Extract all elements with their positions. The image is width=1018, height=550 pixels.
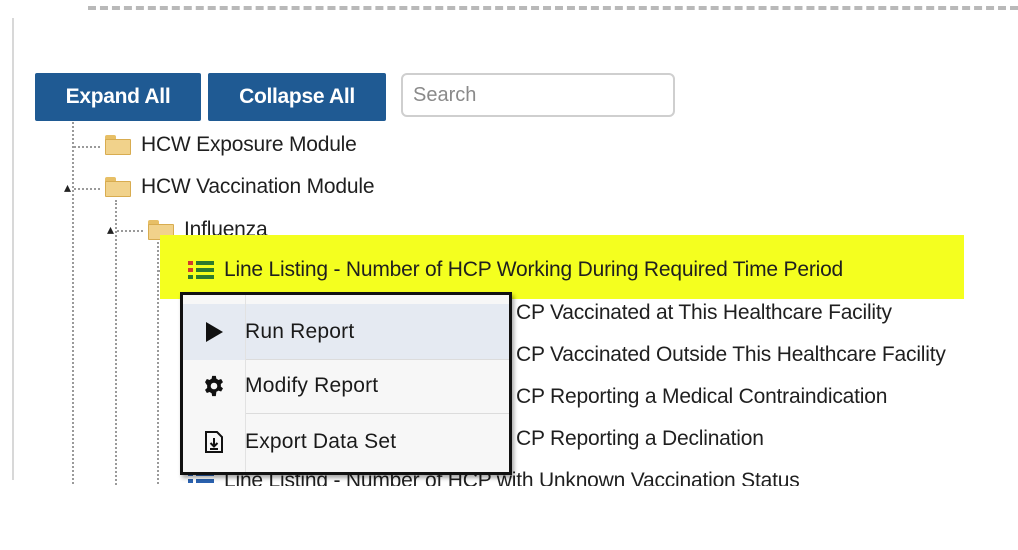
tree-report-label: CP Vaccinated at This Healthcare Facilit… [516, 301, 892, 324]
tree-report-label: CP Reporting a Medical Contraindication [516, 385, 888, 408]
expand-all-button[interactable]: Expand All [35, 73, 201, 121]
menu-icon-column-divider [245, 295, 246, 472]
tree-node-vaccination-module[interactable]: HCW Vaccination Module [105, 175, 375, 199]
tree-report-label: CP Vaccinated Outside This Healthcare Fa… [516, 343, 946, 366]
folder-icon [105, 135, 131, 155]
search-input[interactable] [401, 73, 675, 117]
folder-icon [105, 177, 131, 197]
menu-item-label: Modify Report [245, 374, 379, 397]
tree-line [117, 230, 143, 232]
run-report-menu-item[interactable]: Run Report [183, 304, 509, 360]
modify-report-menu-item[interactable]: Modify Report [183, 358, 509, 414]
tree-report-item[interactable]: CP Reporting a Medical Contraindication [516, 385, 887, 409]
tree-node-label: HCW Vaccination Module [141, 175, 375, 198]
tree-report-item[interactable]: Line Listing - Number of HCP Working Dur… [188, 258, 843, 282]
context-menu: Run Report Modify Report Export Data Set [180, 292, 512, 475]
report-list-icon [188, 260, 214, 280]
export-data-set-menu-item[interactable]: Export Data Set [183, 414, 509, 470]
menu-item-label: Export Data Set [245, 430, 397, 453]
tree-report-item[interactable]: CP Vaccinated at This Healthcare Facilit… [516, 301, 892, 325]
panel-left-border [12, 18, 14, 480]
collapse-toggle-icon[interactable]: ▴ [64, 180, 71, 194]
tree-line [74, 146, 100, 148]
panel-top-border [88, 6, 1018, 10]
tree-node-label: HCW Exposure Module [141, 133, 357, 156]
gear-icon [183, 358, 245, 414]
menu-item-label: Run Report [245, 320, 355, 343]
tree-report-label: Line Listing - Number of HCP Working Dur… [224, 258, 844, 281]
tree-line [72, 122, 74, 488]
tree-line [157, 242, 159, 488]
tree-report-item[interactable]: CP Vaccinated Outside This Healthcare Fa… [516, 343, 946, 367]
tree-report-item[interactable]: CP Reporting a Declination [516, 427, 764, 451]
export-file-icon [183, 414, 245, 470]
play-icon [183, 304, 245, 360]
panel-bottom-area [12, 486, 1018, 550]
collapse-toggle-icon[interactable]: ▴ [107, 222, 114, 236]
tree-line [115, 200, 117, 488]
tree-line [74, 188, 100, 190]
tree-node-exposure-module[interactable]: HCW Exposure Module [105, 133, 357, 157]
tree-report-label: CP Reporting a Declination [516, 427, 764, 450]
collapse-all-button[interactable]: Collapse All [208, 73, 386, 121]
